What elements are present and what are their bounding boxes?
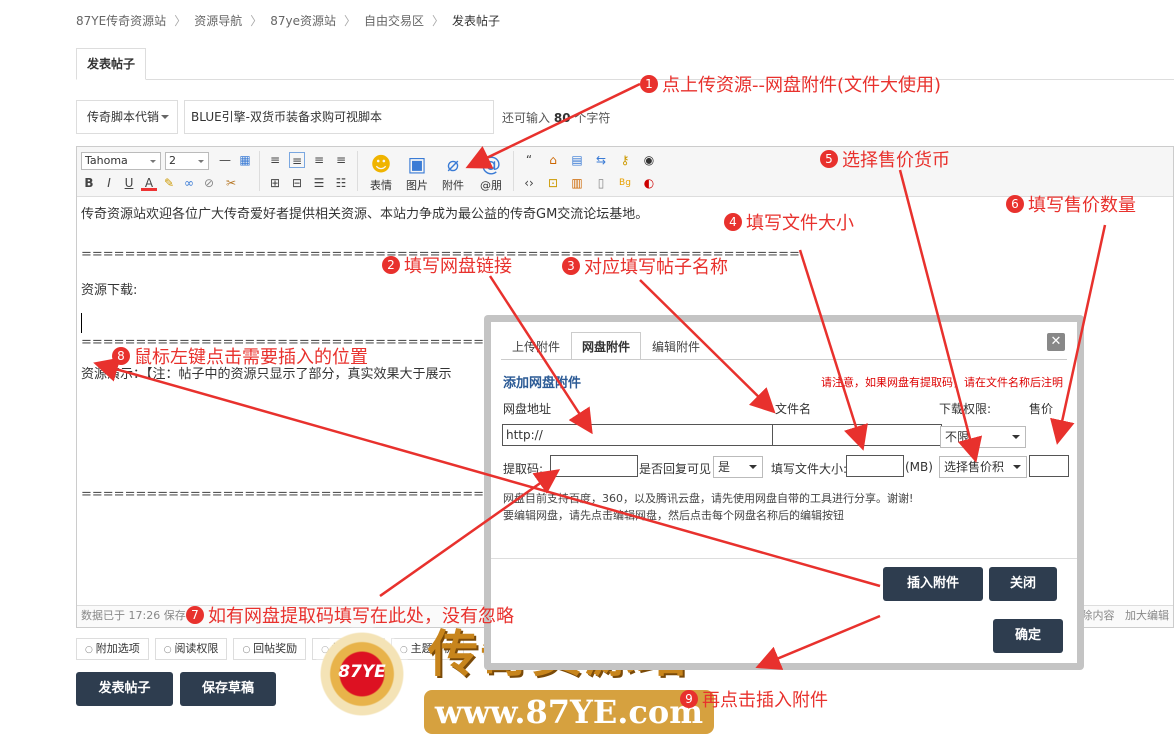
annotation-4: 4 填写文件大小 (724, 209, 854, 235)
annotation-8: 8 鼠标左键点击需要插入的位置 (112, 343, 368, 369)
annotation-text: 填写售价数量 (1028, 195, 1136, 216)
annotation-text: 再点击插入附件 (702, 690, 828, 711)
annotation-number: 7 (186, 606, 204, 624)
annotation-text: 如有网盘提取码填写在此处，没有忽略 (208, 606, 514, 627)
annotation-number: 1 (640, 75, 658, 93)
annotation-number: 9 (680, 690, 698, 708)
annotation-5: 5 选择售价货币 (820, 146, 950, 172)
annotation-text: 鼠标左键点击需要插入的位置 (134, 347, 368, 368)
arrow-3 (639, 279, 776, 414)
arrow-6 (1050, 224, 1107, 445)
annotation-6: 6 填写售价数量 (1006, 191, 1136, 217)
annotation-text: 选择售价货币 (842, 150, 950, 171)
annotation-3: 3 对应填写帖子名称 (562, 253, 728, 279)
annotation-number: 4 (724, 213, 742, 231)
annotation-1: 1 点上传资源--网盘附件(文件大使用) (640, 71, 941, 97)
annotation-text: 填写文件大小 (746, 213, 854, 234)
annotation-number: 5 (820, 150, 838, 168)
arrow-8 (93, 357, 881, 588)
annotation-text: 对应填写帖子名称 (584, 257, 728, 278)
arrow-4 (798, 249, 868, 451)
arrow-2 (488, 275, 593, 435)
annotation-number: 8 (112, 347, 130, 365)
arrow-9 (755, 614, 881, 670)
annotation-number: 3 (562, 257, 580, 275)
annotation-2: 2 填写网盘链接 (382, 252, 512, 278)
arrow-5 (898, 169, 983, 463)
arrow-7 (379, 469, 561, 598)
annotation-text: 点上传资源--网盘附件(文件大使用) (662, 75, 942, 96)
annotation-arrows (93, 82, 1107, 670)
annotation-text: 填写网盘链接 (404, 256, 512, 277)
arrow-1 (465, 82, 641, 169)
annotation-number: 2 (382, 256, 400, 274)
annotation-number: 6 (1006, 195, 1024, 213)
annotation-7: 7 如有网盘提取码填写在此处，没有忽略 (186, 602, 514, 628)
annotation-9: 9 再点击插入附件 (680, 686, 828, 712)
